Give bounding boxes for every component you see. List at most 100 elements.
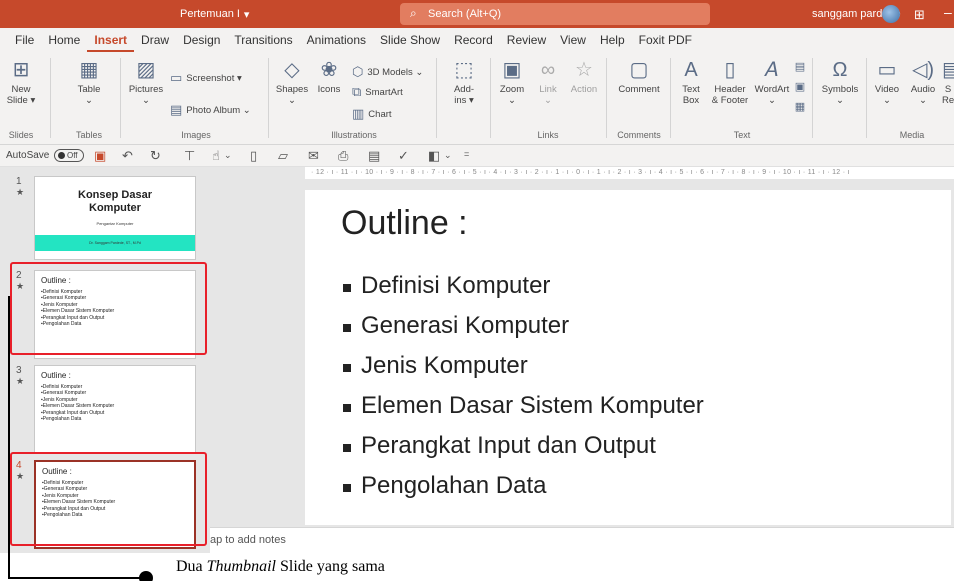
slide-canvas[interactable]: Outline : Definisi Komputer Generasi Komp…: [305, 190, 951, 525]
video-button[interactable]: ▭ Video ⌄: [870, 58, 904, 106]
tab-file[interactable]: File: [8, 28, 41, 52]
icons-button[interactable]: ❀ Icons: [312, 58, 346, 95]
document-title[interactable]: Pertemuan I ▾: [180, 8, 249, 21]
caption-prefix: Dua: [176, 558, 207, 575]
header-footer-button[interactable]: ▯ Header & Footer: [708, 58, 752, 106]
text-box-button[interactable]: A Text Box: [676, 58, 706, 106]
highlight-box: [10, 262, 207, 355]
group-label-images: Images: [181, 130, 211, 140]
tab-record[interactable]: Record: [447, 28, 500, 52]
chevron-down-icon: ⌄: [768, 95, 776, 106]
redo-icon[interactable]: ↻: [150, 148, 161, 164]
autosave-label: AutoSave: [6, 150, 50, 161]
date-time-icon[interactable]: ▤: [792, 58, 808, 76]
divider: [812, 58, 813, 138]
thumb-title: Outline :: [41, 371, 71, 380]
photo-album-button[interactable]: ▤ Photo Album ⌄: [170, 102, 251, 118]
slide-thumbnail-1[interactable]: Konsep Dasar Komputer Pengantar Komputer…: [34, 176, 196, 260]
slide-thumbnail-3[interactable]: Outline : Definisi KomputerGenerasi Komp…: [34, 365, 196, 454]
comment-label: Comment: [618, 84, 660, 95]
touch-mode-icon[interactable]: ☝: [212, 148, 220, 164]
slide-bullet-text: Generasi Komputer: [361, 312, 570, 339]
tab-transitions[interactable]: Transitions: [227, 28, 299, 52]
symbols-button[interactable]: Ω Symbols ⌄: [818, 58, 862, 106]
table-button[interactable]: ▦ Table ⌄: [64, 58, 114, 106]
tab-help[interactable]: Help: [593, 28, 632, 52]
print-icon[interactable]: ⎙: [338, 148, 348, 164]
chevron-down-icon[interactable]: ⌄: [444, 150, 452, 161]
chart-button[interactable]: ▥ Chart: [352, 106, 392, 122]
smartart-button[interactable]: ⧉ SmartArt: [352, 84, 403, 100]
chevron-down-icon[interactable]: ⌄: [224, 150, 232, 161]
slide-bullet-list[interactable]: Definisi Komputer Generasi Komputer Jenis …: [343, 266, 704, 506]
divider: [490, 58, 491, 138]
zoom-button[interactable]: ▣ Zoom ⌄: [494, 58, 530, 106]
slide-bullet-item: Definisi Komputer: [343, 266, 704, 306]
chevron-down-icon: ⌄: [508, 95, 516, 106]
divider: [120, 58, 121, 138]
text-box-label-2: Box: [682, 95, 700, 106]
video-label: Video: [874, 84, 900, 95]
undo-icon[interactable]: ↶: [122, 148, 133, 164]
pictures-button[interactable]: ▨ Pictures ⌄: [126, 58, 166, 106]
caption-italic: Thumbnail: [206, 558, 276, 575]
shapes-button[interactable]: ◇ Shapes ⌄: [274, 58, 310, 106]
slide-title[interactable]: Outline :: [341, 204, 468, 243]
screenshot-icon: ▭: [170, 70, 183, 85]
screen-recording-button[interactable]: ▤ S Re: [942, 58, 954, 106]
annotation-dot: [139, 571, 153, 581]
layout-icon[interactable]: ◧: [428, 148, 440, 164]
text-box-label: Text: [682, 84, 700, 95]
tab-draw[interactable]: Draw: [134, 28, 176, 52]
minimize-icon[interactable]: –: [944, 4, 952, 20]
ribbon-display-options-icon[interactable]: ⊞: [914, 7, 925, 23]
chevron-down-icon: ⌄: [85, 95, 93, 106]
text-box-icon: A: [684, 59, 698, 81]
tab-design[interactable]: Design: [176, 28, 227, 52]
slide-number-text: 1: [16, 176, 22, 187]
new-slide-button[interactable]: ⊞ New Slide ▾: [4, 58, 38, 106]
icons-label: Icons: [317, 84, 341, 95]
wordart-button[interactable]: 𝘈 WordArt ⌄: [752, 58, 792, 106]
tab-view[interactable]: View: [553, 28, 593, 52]
table-label: Table: [77, 84, 101, 95]
add-ins-label-2: ins ▾: [454, 95, 474, 106]
notes-pane[interactable]: ap to add notes: [210, 527, 954, 553]
link-button[interactable]: ∞ Link ⌄: [532, 58, 564, 106]
3d-models-label: 3D Models ⌄: [367, 66, 424, 78]
autosave-toggle[interactable]: Off: [54, 149, 84, 162]
speaker-icon: ◁): [911, 59, 935, 81]
chevron-down-icon: ⌄: [288, 95, 296, 106]
smartart-label: SmartArt: [365, 86, 403, 98]
new-file-icon[interactable]: ▯: [250, 148, 257, 164]
tab-review[interactable]: Review: [500, 28, 553, 52]
avatar[interactable]: [882, 5, 900, 23]
screen-recording-label: S: [944, 84, 952, 95]
tab-insert[interactable]: Insert: [87, 28, 135, 52]
tab-foxit-pdf[interactable]: Foxit PDF: [632, 28, 699, 52]
action-label: Action: [570, 84, 598, 95]
add-ins-button[interactable]: ⬚ Add- ins ▾: [444, 58, 484, 106]
object-icon[interactable]: ▦: [792, 98, 808, 116]
from-beginning-icon[interactable]: ⊤: [184, 148, 195, 164]
tab-animations[interactable]: Animations: [300, 28, 373, 52]
print-preview-icon[interactable]: ▤: [368, 148, 380, 164]
open-folder-icon[interactable]: ▱: [278, 148, 288, 164]
action-button[interactable]: ☆ Action: [566, 58, 602, 95]
search-box[interactable]: ⌕ Search (Alt+Q): [400, 3, 710, 25]
slide-number-icon[interactable]: ▣: [792, 78, 808, 96]
save-icon[interactable]: ▣: [94, 148, 106, 164]
audio-button[interactable]: ◁) Audio ⌄: [906, 58, 940, 106]
comment-button[interactable]: ▢ Comment: [614, 58, 664, 95]
3d-models-button[interactable]: ⬡ 3D Models ⌄: [352, 64, 423, 80]
shapes-label: Shapes: [275, 84, 309, 95]
spelling-icon[interactable]: ✓: [398, 148, 409, 164]
slide-bullet-item: Pengolahan Data: [343, 466, 704, 506]
screenshot-button[interactable]: ▭ Screenshot ▾: [170, 70, 242, 86]
new-slide-label: New: [11, 84, 31, 95]
email-icon[interactable]: ✉: [308, 148, 319, 164]
tab-home[interactable]: Home: [41, 28, 87, 52]
tab-slide-show[interactable]: Slide Show: [373, 28, 447, 52]
customize-toolbar-icon[interactable]: =: [464, 149, 469, 159]
chart-icon: ▥: [352, 106, 365, 121]
